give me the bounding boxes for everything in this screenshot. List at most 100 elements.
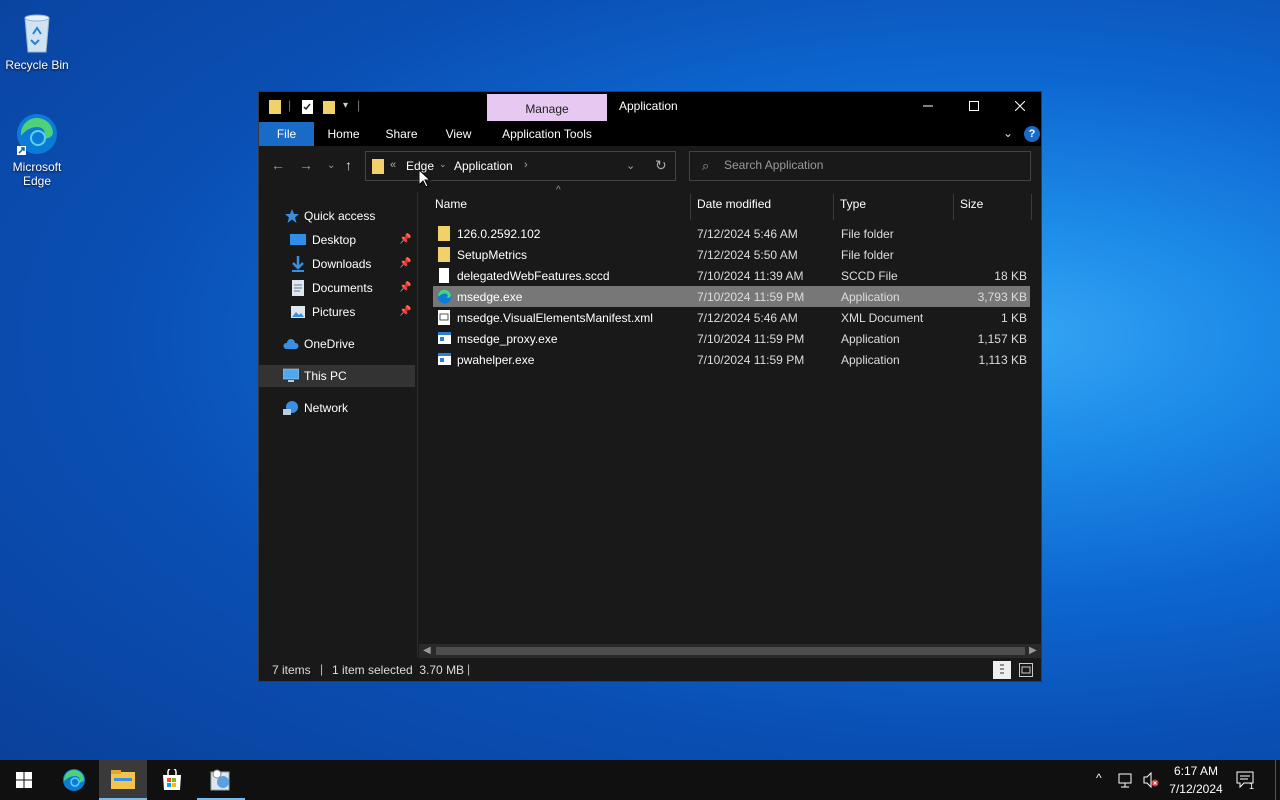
taskbar-edge-button[interactable] [50,760,98,800]
title-bar[interactable]: | ▾ | Manage Application [259,92,1041,122]
file-date: 7/10/2024 11:59 PM [697,290,805,304]
pictures-icon [291,306,305,318]
table-row[interactable]: SetupMetrics 7/12/2024 5:50 AM File fold… [433,244,1030,265]
clock-date[interactable]: 7/12/2024 [1166,782,1226,796]
nav-item-network[interactable]: Network [259,397,415,419]
show-desktop-button[interactable] [1275,760,1276,800]
pane-splitter[interactable] [417,192,418,657]
edge-icon [63,769,85,791]
volume-muted-icon[interactable] [1142,771,1160,789]
nav-item-pictures[interactable]: Pictures 📌 [259,301,415,323]
recent-locations-chevron-icon[interactable]: ⌄ [327,160,335,171]
maximize-button[interactable] [951,92,997,120]
large-icons-view-icon [1021,666,1031,674]
address-bar[interactable]: « Edge ⌄ Application › ⌄ ↻ [365,151,676,181]
start-button[interactable] [0,760,48,800]
address-dropdown-chevron-icon[interactable]: ⌄ [626,159,635,172]
taskbar-store-button[interactable] [148,760,196,800]
tab-view[interactable]: View [431,122,486,146]
nav-item-label: Network [304,401,349,415]
item-count: 7 items [272,663,311,677]
large-icons-view-button[interactable] [1019,663,1033,677]
pin-icon[interactable]: 📌 [399,253,411,275]
breadcrumb-chevron-down-icon[interactable]: ⌄ [439,159,447,170]
app-icon [438,332,451,344]
up-arrow-icon[interactable]: ↑ [345,157,352,173]
file-name: msedge.VisualElementsManifest.xml [457,311,653,325]
close-button[interactable] [997,92,1043,120]
pin-icon[interactable]: 📌 [399,301,411,323]
desktop-icon-microsoft-edge[interactable]: Microsoft Edge [0,110,74,188]
desktop-icon [290,234,306,245]
help-icon[interactable]: ? [1024,126,1040,142]
column-header-type[interactable]: Type [834,194,954,220]
horizontal-scrollbar[interactable]: ◀ ▶ [419,644,1041,658]
nav-item-quick-access[interactable]: Quick access [259,205,415,227]
scroll-right-icon[interactable]: ▶ [1029,644,1037,658]
nav-item-downloads[interactable]: Downloads 📌 [259,253,415,275]
cloud-icon [283,339,299,349]
table-row[interactable]: 126.0.2592.102 7/12/2024 5:46 AM File fo… [433,223,1030,244]
nav-item-desktop[interactable]: Desktop 📌 [259,229,415,251]
pin-icon[interactable]: 📌 [399,277,411,299]
network-status-icon[interactable] [1118,771,1136,789]
tab-application-tools[interactable]: Application Tools [488,122,606,146]
table-row-selected[interactable]: msedge.exe 7/10/2024 11:59 PM Applicatio… [433,286,1030,307]
new-folder-icon[interactable] [323,99,337,115]
minimize-button[interactable] [905,92,951,120]
qa-customize-icon[interactable]: ▾ [343,100,348,111]
nav-item-label: Quick access [304,209,376,223]
pin-icon[interactable]: 📌 [399,229,411,251]
taskbar-file-explorer-button[interactable] [99,760,147,800]
taskbar-app-button[interactable] [197,760,245,800]
file-date: 7/12/2024 5:46 AM [697,311,798,325]
network-icon [283,401,298,415]
notification-count-badge: 1 [1249,781,1255,791]
close-icon [1014,100,1026,112]
clock-time[interactable]: 6:17 AM [1168,764,1224,778]
nav-item-documents[interactable]: Documents 📌 [259,277,415,299]
file-type: Application [841,353,900,367]
refresh-icon[interactable]: ↻ [655,157,667,174]
download-icon [292,256,304,272]
documents-icon [292,280,304,296]
qa-separator: | [357,98,361,112]
breadcrumb-chevron-right-icon[interactable]: › [524,159,528,171]
search-input[interactable] [724,158,1014,172]
nav-item-label: Documents [312,281,373,295]
desktop-icon-recycle-bin[interactable]: Recycle Bin [0,8,74,72]
column-header-date-modified[interactable]: Date modified [691,194,834,220]
table-row[interactable]: delegatedWebFeatures.sccd 7/10/2024 11:3… [433,265,1030,286]
nav-item-label: Pictures [312,305,356,319]
table-row[interactable]: msedge.VisualElementsManifest.xml 7/12/2… [433,307,1030,328]
properties-icon[interactable] [301,99,315,115]
table-row[interactable]: msedge_proxy.exe 7/10/2024 11:59 PM Appl… [433,328,1030,349]
tab-share[interactable]: Share [374,122,429,146]
scroll-left-icon[interactable]: ◀ [423,644,431,658]
column-header-name[interactable]: Name [429,194,691,220]
nav-item-this-pc[interactable]: This PC [259,365,415,387]
breadcrumb-application[interactable]: Application [454,159,513,173]
status-separator: | [320,662,324,676]
expand-ribbon-chevron-icon[interactable]: ⌄ [1003,126,1013,140]
folder-icon [438,247,450,262]
tab-home[interactable]: Home [316,122,371,146]
column-header-size[interactable]: Size [954,194,1032,220]
file-icon [439,268,449,283]
show-hidden-icons-chevron-icon[interactable]: ^ [1096,771,1102,785]
tab-file[interactable]: File [259,122,314,146]
file-size: 3,793 KB [977,290,1027,304]
details-view-button[interactable] [993,661,1011,679]
context-tab-manage[interactable]: Manage [487,94,607,121]
nav-item-onedrive[interactable]: OneDrive [259,333,415,355]
nav-item-label: OneDrive [304,337,355,351]
forward-arrow-icon[interactable]: → [299,157,313,173]
table-row[interactable]: pwahelper.exe 7/10/2024 11:59 PM Applica… [433,349,1030,370]
star-icon [285,209,299,223]
address-overflow-icon[interactable]: « [390,159,396,171]
file-size: 1 KB [1000,311,1027,325]
scrollbar-thumb[interactable] [436,647,1025,655]
search-box[interactable]: ⌕ [689,151,1031,181]
minimize-icon [923,105,933,107]
back-arrow-icon[interactable]: ← [271,157,285,173]
